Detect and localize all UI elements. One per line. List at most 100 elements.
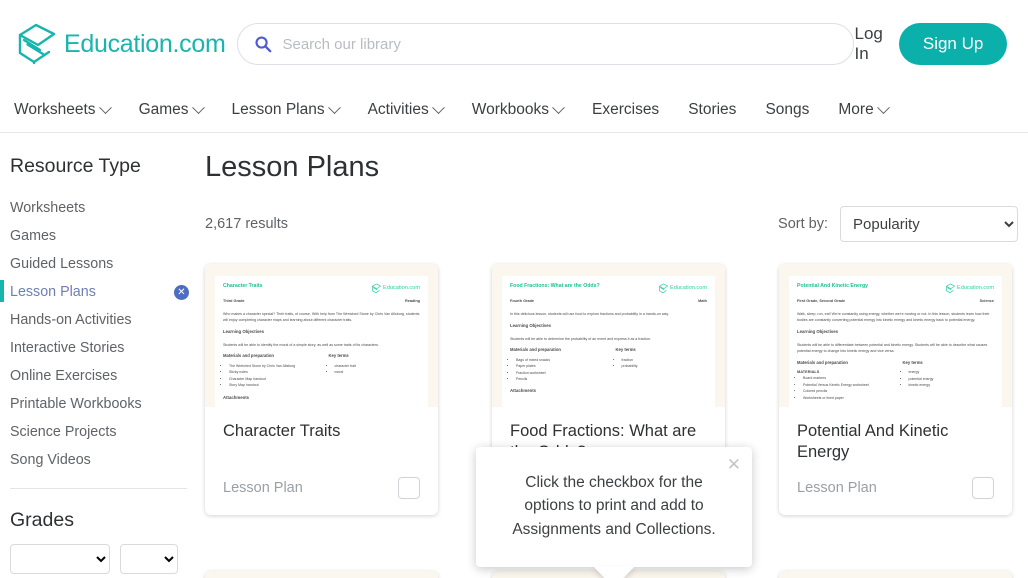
thumb-brand-logo: Education.com (371, 283, 420, 294)
thumb-brand-logo: Education.com (945, 283, 994, 294)
sort-control: Sort by: PopularityMost RecentTitle (778, 206, 1018, 242)
card-select-checkbox[interactable] (398, 477, 420, 499)
thumb-title: Food Fractions: What are the Odds? (510, 283, 600, 289)
thumb-header: Food Fractions: What are the Odds? Educat… (510, 283, 707, 294)
thumb-paragraph: Walk, sleep, run, eat! We're constantly … (797, 311, 990, 323)
thumb-brand-text: Education.com (669, 285, 707, 292)
sidebar-item-guided-lessons[interactable]: Guided Lessons (10, 250, 195, 278)
resource-type-list: Worksheets Games Guided Lessons Lesson Plan… (0, 194, 195, 474)
thumb-term-item: kinetic energy (909, 382, 995, 388)
site-header: Education.com Log In Sign Up (0, 0, 1028, 88)
thumb-term-item: moral (335, 369, 421, 375)
sidebar-item-label: Games (10, 228, 57, 244)
nav-item-exercises[interactable]: Exercises (592, 101, 678, 119)
thumb-terms-label: Key terms (902, 359, 923, 365)
pencil-book-icon (18, 23, 56, 65)
thumb-subject: Math (698, 299, 707, 303)
nav-item-activities[interactable]: Activities (368, 100, 462, 119)
nav-item-stories[interactable]: Stories (688, 101, 755, 119)
sidebar-item-hands-on-activities[interactable]: Hands-on Activities (10, 306, 195, 334)
thumb-terms-col: Key terms fractionprobability (616, 347, 708, 382)
sidebar-item-games[interactable]: Games (10, 222, 195, 250)
close-icon[interactable]: ✕ (727, 456, 741, 473)
sidebar-item-science-projects[interactable]: Science Projects (10, 418, 195, 446)
page-title: Lesson Plans (205, 151, 380, 183)
resource-card[interactable]: What is Recycling?Education.comSecond Gr… (205, 571, 438, 578)
thumb-material-item: Worksheets or lined paper (803, 395, 889, 401)
thumb-term-item: probability (622, 363, 708, 369)
thumb-materials-col: Materials and preparationMATERIALSBoard … (797, 360, 889, 401)
thumb-terms-list: character traitmoral (335, 363, 421, 376)
thumb-terms-col: Key terms character traitmoral (329, 353, 421, 388)
sidebar-item-label: Hands-on Activities (10, 312, 132, 328)
thumb-materials-label: Materials and preparation (797, 359, 848, 365)
resource-card[interactable]: Animal Life Cycles, All AroundEducation.… (779, 571, 1012, 578)
sidebar-divider (10, 488, 187, 489)
sort-select[interactable]: PopularityMost RecentTitle (840, 206, 1018, 242)
thumb-materials-list: The Wretched Stone by Chris Van Allsburg… (229, 363, 315, 389)
tooltip-text: Click the checkbox for the options to pr… (512, 474, 716, 538)
sidebar-item-interactive-stories[interactable]: Interactive Stories (10, 334, 195, 362)
thumb-materials-list: Bags of mixed snacksPaper platesFraction… (516, 357, 602, 383)
results-count: 2,617 results (205, 216, 289, 232)
sidebar-item-song-videos[interactable]: Song Videos (10, 446, 195, 474)
sidebar-item-label: Science Projects (10, 424, 117, 440)
thumb-terms-label: Key terms (615, 347, 636, 353)
login-link[interactable]: Log In (854, 24, 882, 64)
sidebar-item-label: Interactive Stories (10, 340, 125, 356)
thumb-subject: Science (979, 299, 994, 303)
sidebar-item-printable-workbooks[interactable]: Printable Workbooks (10, 390, 195, 418)
card-footer: Lesson Plan (223, 477, 420, 499)
clear-filter-icon[interactable]: ✕ (174, 284, 189, 300)
nav-item-label: Lesson Plans (231, 101, 325, 118)
resource-card[interactable]: Character Traits Education.com Third Grade… (205, 264, 438, 516)
card-type-label: Lesson Plan (223, 480, 303, 496)
nav-item-games[interactable]: Games (138, 100, 222, 119)
thumb-objectives-text: Students will be able to identify the mo… (223, 343, 379, 348)
nav-item-more[interactable]: More (838, 100, 901, 119)
sidebar-item-worksheets[interactable]: Worksheets (10, 194, 195, 222)
thumb-terms-col: Key terms energypotential energykinetic e… (903, 360, 995, 401)
nav-item-label: Exercises (592, 101, 660, 118)
thumb-document: Character Traits Education.com Third Grade… (215, 276, 428, 407)
chevron-down-icon (98, 100, 112, 114)
results-main: Lesson Plans 2,617 results Sort by: Popu… (195, 133, 1028, 578)
thumb-materials-list: Board markersPotential Versus Kinetic En… (803, 375, 889, 401)
search-bar[interactable] (237, 23, 855, 65)
thumb-document: Food Fractions: What are the Odds? Educat… (502, 276, 715, 407)
resource-card[interactable]: Potential And Kinetic Energy Education.co… (779, 264, 1012, 516)
thumb-material-item: Pencils (516, 376, 602, 382)
thumb-columns: Materials and preparation Bags of mixed s… (510, 347, 707, 382)
nav-item-label: Games (138, 101, 189, 118)
thumb-objectives-label: Learning Objectives (797, 329, 839, 335)
card-title: Character Traits (223, 422, 341, 440)
grade-from-select[interactable] (10, 544, 110, 574)
nav-item-label: Worksheets (14, 101, 96, 118)
sidebar-item-online-exercises[interactable]: Online Exercises (10, 362, 195, 390)
thumb-meta: Third Grade Reading (223, 299, 420, 305)
sidebar-item-lesson-plans[interactable]: Lesson Plans ✕ (0, 278, 195, 306)
thumb-meta: First Grade, Second Grade Science (797, 299, 994, 305)
nav-item-songs[interactable]: Songs (765, 101, 828, 119)
signup-button[interactable]: Sign Up (898, 23, 1008, 65)
card-body: Character Traits Lesson Plan (205, 407, 438, 515)
nav-item-workbooks[interactable]: Workbooks (472, 100, 582, 119)
nav-item-worksheets[interactable]: Worksheets (14, 100, 129, 119)
thumb-title: Potential And Kinetic Energy (797, 283, 869, 289)
nav-item-label: Songs (765, 101, 810, 118)
thumb-header: Character Traits Education.com (223, 283, 420, 294)
search-input[interactable] (282, 35, 838, 53)
chevron-down-icon (552, 100, 565, 114)
nav-item-lesson-plans[interactable]: Lesson Plans (231, 100, 358, 119)
thumb-objectives-label: Learning Objectives (510, 323, 552, 329)
card-body: Potential And Kinetic Energy Lesson Plan (779, 407, 1012, 515)
sidebar-item-label: Lesson Plans (10, 284, 96, 300)
thumb-meta: Fourth Grade Math (510, 299, 707, 305)
site-logo[interactable]: Education.com (14, 21, 226, 67)
thumb-brand-text: Education.com (382, 285, 420, 292)
chevron-down-icon (431, 100, 445, 114)
card-select-checkbox[interactable] (972, 477, 994, 500)
thumb-columns: Materials and preparation The Wretched St… (223, 353, 420, 388)
results-toolbar: 2,617 results Sort by: PopularityMost Re… (205, 206, 1018, 242)
grade-to-select[interactable] (120, 544, 178, 574)
